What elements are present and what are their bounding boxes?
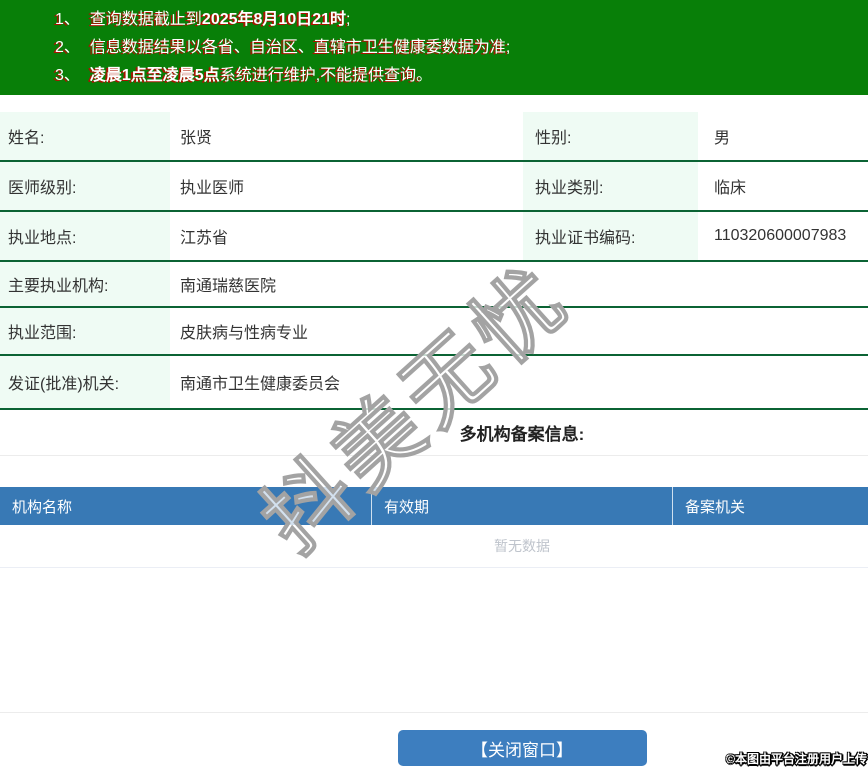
field-value-practice-location: 江苏省 (180, 230, 229, 247)
field-label-practice-category: 执业类别: (523, 162, 698, 210)
field-label-practice-scope: 执业范围: (0, 308, 170, 354)
field-label-gender: 性别: (523, 112, 698, 160)
empty-data-text: 暂无数据 (494, 538, 550, 554)
doctor-info-table: 姓名: 张贤 性别: 男 医师级别: 执业医师 执业类别: 临床 执业地点: 江… (0, 112, 868, 410)
notice-text: 系统进行维护,不能提供查询。 (219, 67, 433, 84)
notice-text: 信息数据结果以各省、自治区、直辖市卫生健康委数据为准; (89, 39, 511, 56)
column-header-institution-name: 机构名称 (0, 487, 372, 525)
notice-line-1: 1、 查询数据截止到2025年8月10日21时; (55, 6, 868, 34)
column-header-filing-authority: 备案机关 (685, 498, 746, 516)
table-row: 执业范围: 皮肤病与性病专业 (0, 308, 868, 356)
filing-table-header: 机构名称 有效期 备案机关 (0, 487, 868, 525)
table-row: 发证(批准)机关: 南通市卫生健康委员会 (0, 356, 868, 410)
field-value-issuing-authority: 南通市卫生健康委员会 (180, 376, 341, 393)
field-label-main-institution: 主要执业机构: (0, 262, 170, 306)
field-value-practice-category: 临床 (714, 180, 747, 197)
page-title: 多机构备案信息: (459, 425, 585, 444)
notice-number: 2、 (55, 39, 80, 56)
field-value-certificate-number: 110320600007983 (714, 227, 847, 244)
table-row: 主要执业机构: 南通瑞慈医院 (0, 262, 868, 308)
notice-text: 查询数据截止到 (89, 11, 202, 28)
filing-section-header: 多机构备案信息: (0, 410, 868, 456)
column-header-validity-period: 有效期 (372, 487, 673, 525)
field-label-practice-location: 执业地点: (0, 212, 170, 260)
notice-number: 1、 (55, 11, 80, 28)
filing-table-empty-row: 暂无数据 (0, 525, 868, 568)
notice-number: 3、 (55, 67, 80, 84)
field-value-gender: 男 (714, 130, 731, 147)
field-value-doctor-level: 执业医师 (180, 180, 245, 197)
field-value-main-institution: 南通瑞慈医院 (180, 278, 277, 295)
spacer (0, 568, 868, 713)
notice-text-bold: 2025年8月10日21时 (201, 11, 347, 28)
notice-line-2: 2、 信息数据结果以各省、自治区、直辖市卫生健康委数据为准; (55, 34, 868, 62)
field-value-practice-scope: 皮肤病与性病专业 (180, 325, 309, 342)
notice-text: ; (346, 11, 351, 28)
field-value-name: 张贤 (180, 130, 213, 147)
notice-banner: 1、 查询数据截止到2025年8月10日21时; 2、 信息数据结果以各省、自治区、… (0, 0, 868, 95)
page-viewport: 1、 查询数据截止到2025年8月10日21时; 2、 信息数据结果以各省、自治区、… (0, 0, 868, 770)
table-row: 姓名: 张贤 性别: 男 (0, 112, 868, 162)
field-label-name: 姓名: (0, 112, 170, 160)
notice-line-3: 3、 凌晨1点至凌晨5点系统进行维护,不能提供查询。 (55, 62, 868, 90)
close-window-button[interactable]: 【关闭窗口】 (397, 730, 647, 766)
field-label-issuing-authority: 发证(批准)机关: (0, 356, 170, 408)
field-label-doctor-level: 医师级别: (0, 162, 170, 210)
page-canvas: 1、 查询数据截止到2025年8月10日21时; 2、 信息数据结果以各省、自治区、… (0, 0, 868, 766)
copyright-stamp: ©本图由平台注册用户上传 (726, 752, 867, 766)
table-row: 医师级别: 执业医师 执业类别: 临床 (0, 162, 868, 212)
notice-text-bold: 凌晨1点至凌晨5点 (89, 67, 220, 84)
field-label-certificate-number: 执业证书编码: (523, 212, 698, 260)
table-row: 执业地点: 江苏省 执业证书编码: 110320600007983 (0, 212, 868, 262)
